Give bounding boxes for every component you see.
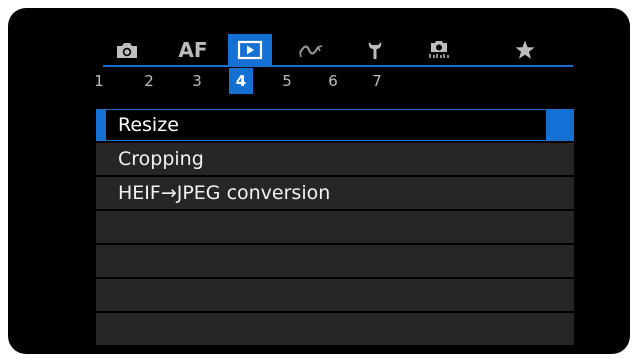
wireless-icon: [299, 44, 323, 57]
page-tab-6[interactable]: 6: [321, 68, 345, 94]
page-tab-5[interactable]: 5: [275, 68, 299, 94]
star-icon: [515, 40, 535, 59]
tab-wireless[interactable]: [292, 34, 330, 65]
menu-item-resize[interactable]: Resize: [96, 109, 574, 141]
page-tab-7[interactable]: 7: [365, 68, 389, 94]
menu-item-empty: [96, 211, 574, 243]
menu-item-empty: [96, 245, 574, 277]
page-tab-3[interactable]: 3: [185, 68, 209, 94]
menu-item-cropping[interactable]: Cropping: [96, 143, 574, 175]
camera-menu-screen: AF 1 2 3 4 5 6 7 Resize Cropping HEIF→JP…: [8, 8, 630, 354]
page-tab-2[interactable]: 2: [137, 68, 161, 94]
tab-underline: [103, 65, 573, 67]
page-tab-4[interactable]: 4: [229, 68, 253, 94]
menu-item-label: Resize: [118, 114, 179, 136]
menu-item-empty: [96, 279, 574, 311]
menu-item-heif-jpeg-conversion[interactable]: HEIF→JPEG conversion: [96, 177, 574, 209]
playback-icon: [237, 40, 263, 59]
camera-icon: [117, 42, 137, 58]
tab-shooting[interactable]: [108, 34, 146, 65]
page-tab-1[interactable]: 1: [87, 68, 111, 94]
tab-playback[interactable]: [228, 34, 272, 65]
menu-item-label: HEIF→JPEG conversion: [118, 182, 331, 204]
af-icon: AF: [178, 37, 208, 62]
tab-my-menu[interactable]: [506, 34, 544, 65]
category-tab-bar: AF: [103, 34, 549, 66]
tab-af[interactable]: AF: [174, 34, 212, 65]
wrench-icon: [368, 41, 382, 59]
custom-functions-icon: [429, 40, 449, 58]
tab-setup[interactable]: [356, 34, 394, 65]
menu-item-label: Cropping: [118, 148, 204, 170]
menu-item-empty: [96, 313, 574, 345]
tab-custom-functions[interactable]: [420, 34, 458, 65]
